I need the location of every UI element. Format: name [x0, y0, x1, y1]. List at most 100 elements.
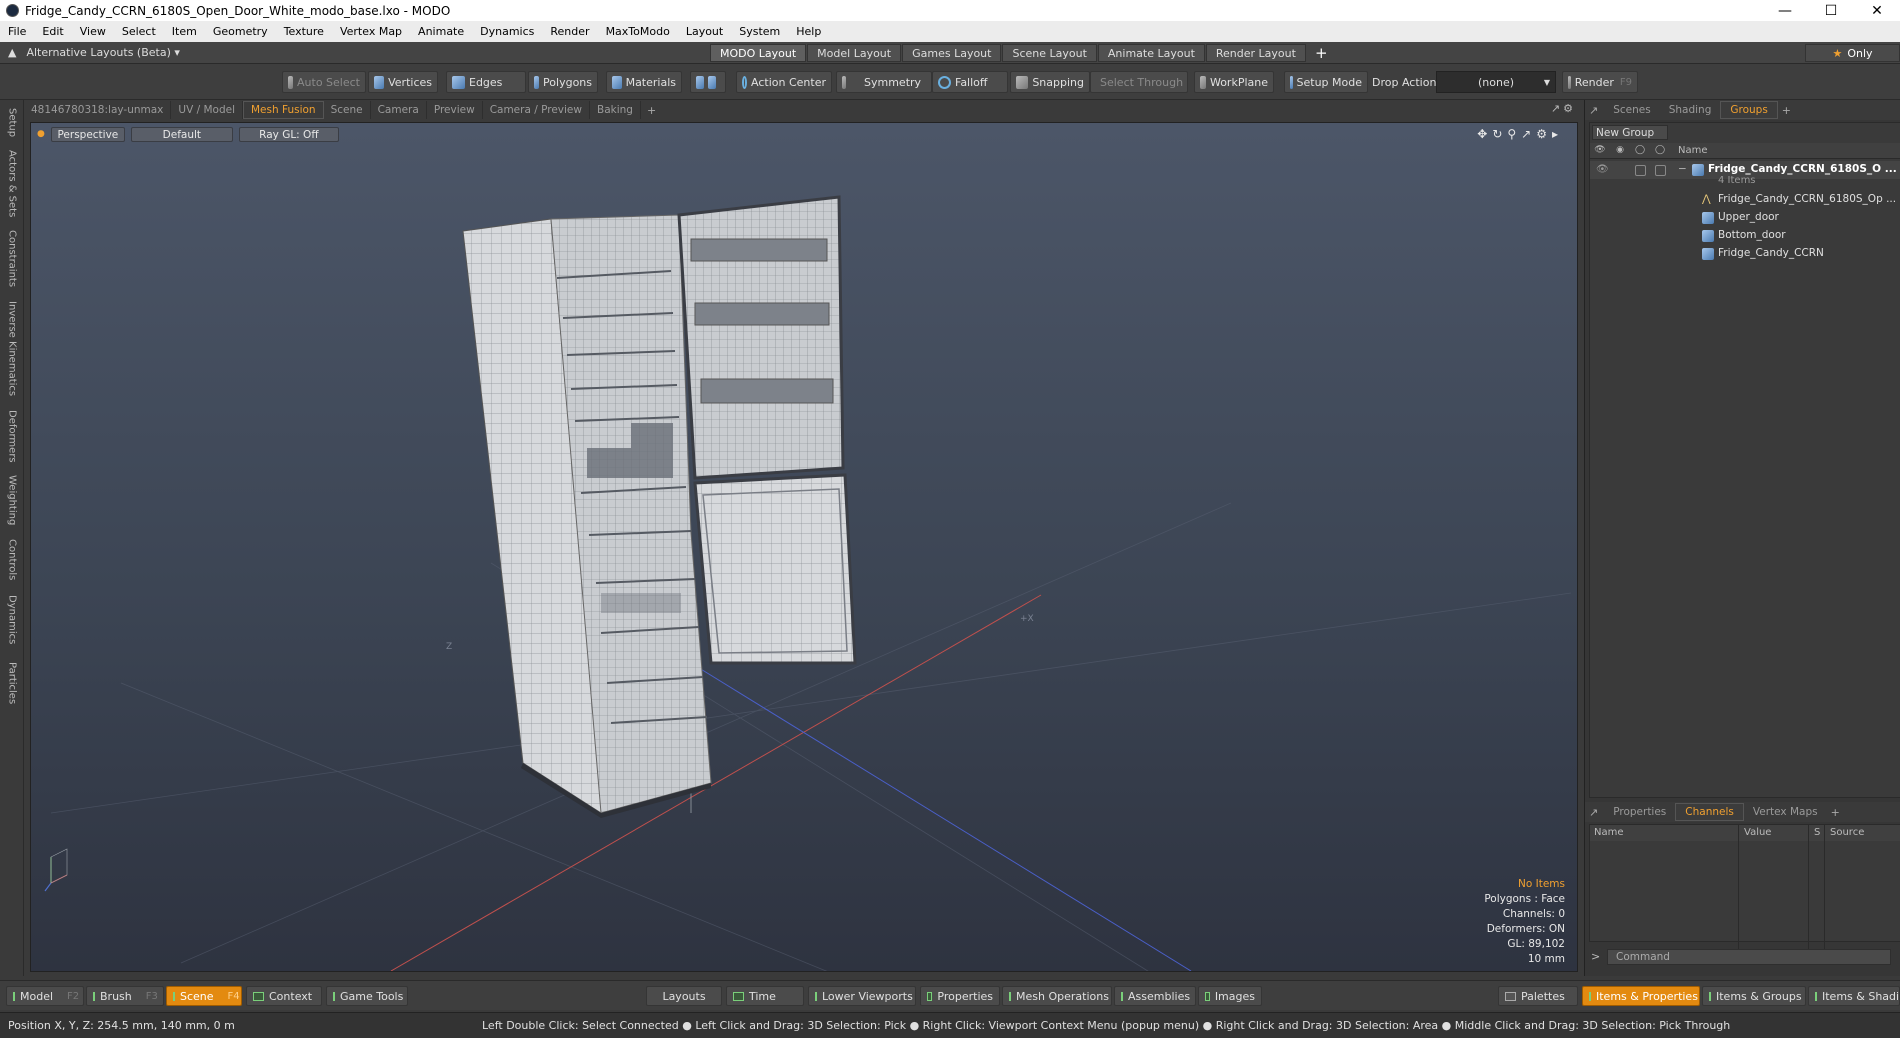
list-item[interactable]: Fridge_Candy_CCRN: [1590, 245, 1900, 263]
menu-maxtomodo[interactable]: MaxToModo: [598, 25, 678, 38]
workplane-button[interactable]: WorkPlane: [1194, 71, 1274, 93]
menu-system[interactable]: System: [731, 25, 788, 38]
close-button[interactable]: ✕: [1854, 0, 1900, 21]
list-item[interactable]: Upper_door: [1590, 209, 1900, 227]
layouts-button[interactable]: Layouts: [646, 986, 722, 1006]
scene-button[interactable]: Scene F4: [166, 986, 242, 1006]
collapse-icon[interactable]: ▲: [8, 46, 16, 59]
minimize-button[interactable]: —: [1762, 0, 1808, 21]
tab-animate-layout[interactable]: Animate Layout: [1097, 44, 1205, 62]
menu-animate[interactable]: Animate: [410, 25, 472, 38]
palettes-button[interactable]: Palettes: [1498, 986, 1578, 1006]
properties-button[interactable]: Properties: [920, 986, 1000, 1006]
vertices-button[interactable]: Vertices: [368, 71, 438, 93]
falloff-button[interactable]: Falloff: [932, 71, 1008, 93]
menu-edit[interactable]: Edit: [34, 25, 71, 38]
3d-viewport[interactable]: +X Z ● Perspective Default Ray GL: Off ✥…: [30, 122, 1578, 972]
menu-dynamics[interactable]: Dynamics: [472, 25, 542, 38]
tab-properties[interactable]: Properties: [1604, 803, 1675, 821]
viewport-menu-icon[interactable]: ●: [37, 127, 45, 142]
tab-groups[interactable]: Groups: [1720, 101, 1778, 119]
tab-constraints[interactable]: Constraints: [3, 228, 21, 290]
auto-select-button[interactable]: Auto Select: [282, 71, 366, 93]
tab-deformers[interactable]: Deformers: [3, 408, 21, 464]
tab-games-layout[interactable]: Games Layout: [902, 44, 1002, 62]
add-panel-tab-icon[interactable]: +: [1782, 104, 1791, 117]
tab-actors-sets[interactable]: Actors & Sets: [3, 148, 21, 220]
shading-dropdown[interactable]: Default: [130, 127, 233, 142]
drop-action-select[interactable]: (none) ▼: [1436, 71, 1556, 93]
tab-mesh-fusion[interactable]: Mesh Fusion: [243, 101, 324, 119]
viewport-options-icon[interactable]: ↗⚙: [1551, 102, 1576, 115]
render-column-icon[interactable]: ◉: [1613, 145, 1627, 157]
edges-button[interactable]: Edges: [446, 71, 526, 93]
tab-controls[interactable]: Controls: [3, 536, 21, 584]
lock-column-icon[interactable]: ◯: [1633, 145, 1647, 157]
tab-preview[interactable]: Preview: [427, 101, 483, 119]
command-input[interactable]: Command: [1607, 949, 1891, 965]
menu-vertex-map[interactable]: Vertex Map: [332, 25, 410, 38]
visibility-column-icon[interactable]: 👁: [1593, 145, 1607, 157]
images-button[interactable]: Images: [1198, 986, 1262, 1006]
time-button[interactable]: Time: [726, 986, 804, 1006]
panel-expand-icon[interactable]: ↗: [1589, 806, 1598, 819]
add-tab-icon[interactable]: +: [647, 104, 656, 117]
tab-uv-model[interactable]: UV / Model: [171, 101, 243, 119]
materials-button[interactable]: Materials: [606, 71, 682, 93]
context-button[interactable]: Context: [246, 986, 322, 1006]
symmetry-button[interactable]: Symmetry: [836, 71, 932, 93]
new-group-button[interactable]: New Group: [1592, 125, 1668, 140]
tab-shading[interactable]: Shading: [1660, 101, 1721, 119]
tab-baking[interactable]: Baking: [590, 101, 641, 119]
tab-camera[interactable]: Camera: [371, 101, 427, 119]
action-center-button[interactable]: Action Center: [736, 71, 832, 93]
menu-help[interactable]: Help: [788, 25, 829, 38]
tab-modo-layout[interactable]: MODO Layout: [710, 44, 807, 62]
maximize-button[interactable]: ☐: [1808, 0, 1854, 21]
tab-model-layout[interactable]: Model Layout: [807, 44, 902, 62]
mesh-operations-button[interactable]: Mesh Operations: [1002, 986, 1112, 1006]
select-column-icon[interactable]: ◯: [1653, 145, 1667, 157]
tab-particles[interactable]: Particles: [3, 656, 21, 710]
tab-render-layout[interactable]: Render Layout: [1205, 44, 1306, 62]
tab-weighting[interactable]: Weighting: [3, 472, 21, 528]
render-button[interactable]: Render F9: [1562, 71, 1638, 93]
tab-scene-layout[interactable]: Scene Layout: [1002, 44, 1097, 62]
lower-viewports-button[interactable]: Lower Viewports: [808, 986, 916, 1006]
tab-scene[interactable]: Scene: [324, 101, 371, 119]
select-through-button[interactable]: Select Through: [1090, 71, 1188, 93]
viewport-nav-icons[interactable]: ✥↻⚲↗⚙▸: [1477, 127, 1563, 141]
items-shading-button[interactable]: Items & Shadin: [1808, 986, 1900, 1006]
raygl-toggle[interactable]: Ray GL: Off: [238, 127, 339, 142]
model-button[interactable]: Model F2: [6, 986, 84, 1006]
selection-sets-button[interactable]: [690, 71, 726, 93]
tab-vertex-maps[interactable]: Vertex Maps: [1744, 803, 1827, 821]
tab-setup[interactable]: Setup: [3, 108, 21, 138]
alternative-layouts-dropdown[interactable]: Alternative Layouts (Beta) ▾: [26, 46, 179, 59]
menu-texture[interactable]: Texture: [276, 25, 332, 38]
tab-camera-preview[interactable]: Camera / Preview: [483, 101, 590, 119]
menu-view[interactable]: View: [72, 25, 114, 38]
items-properties-button[interactable]: Items & Properties: [1582, 986, 1700, 1006]
items-groups-button[interactable]: Items & Groups: [1702, 986, 1806, 1006]
snapping-button[interactable]: Snapping: [1010, 71, 1090, 93]
tab-channels[interactable]: Channels: [1675, 803, 1744, 821]
list-item[interactable]: Bottom_door: [1590, 227, 1900, 245]
add-panel-tab-icon[interactable]: +: [1831, 806, 1840, 819]
tab-inverse-kinematics[interactable]: Inverse Kinematics: [3, 298, 21, 400]
only-toggle[interactable]: ★ Only: [1805, 44, 1900, 62]
perspective-dropdown[interactable]: Perspective: [50, 127, 125, 142]
collapse-arrow-icon[interactable]: −: [1678, 163, 1687, 175]
menu-select[interactable]: Select: [114, 25, 164, 38]
setup-mode-button[interactable]: Setup Mode: [1284, 71, 1368, 93]
panel-expand-icon[interactable]: ↗: [1589, 104, 1598, 117]
tab-lay-unmax[interactable]: 48146780318:lay-unmax: [24, 101, 172, 119]
assemblies-button[interactable]: Assemblies: [1114, 986, 1196, 1006]
game-tools-button[interactable]: Game Tools: [326, 986, 408, 1006]
add-layout-icon[interactable]: +: [1315, 44, 1328, 62]
polygons-button[interactable]: Polygons: [528, 71, 598, 93]
eye-icon[interactable]: 👁: [1596, 164, 1609, 175]
menu-layout[interactable]: Layout: [678, 25, 731, 38]
menu-item[interactable]: Item: [164, 25, 205, 38]
menu-file[interactable]: File: [0, 25, 34, 38]
